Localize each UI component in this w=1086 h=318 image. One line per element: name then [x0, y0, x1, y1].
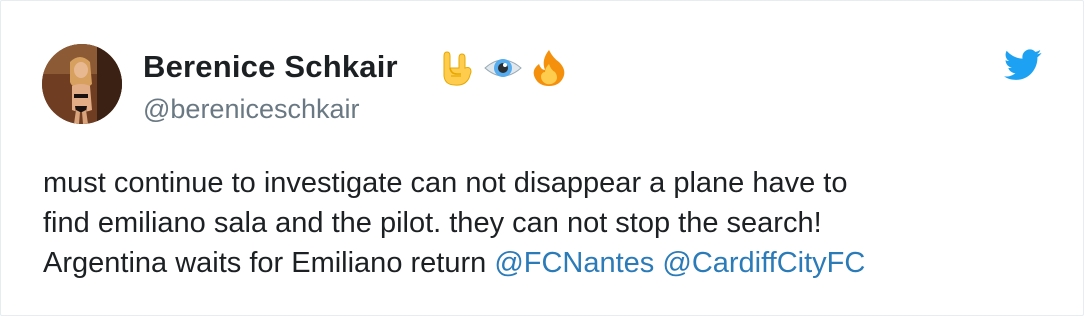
- sign-of-the-horns-icon: [437, 48, 477, 88]
- avatar[interactable]: [42, 44, 122, 124]
- tweet-text-line-2: find emiliano sala and the pilot. they c…: [43, 207, 822, 239]
- fire-icon: [529, 48, 569, 88]
- tweet-text: must continue to investigate can not dis…: [43, 163, 1053, 283]
- author-name[interactable]: Berenice Schkair: [143, 49, 398, 85]
- tweet-text-line-1: must continue to investigate can not dis…: [43, 167, 848, 199]
- tweet-text-line-3-body: Argentina waits for Emiliano return: [43, 247, 487, 279]
- author-handle[interactable]: @bereniceschkair: [143, 94, 360, 125]
- eye-icon: [483, 48, 523, 88]
- twitter-bird-icon[interactable]: [1004, 49, 1042, 81]
- tweet-text-line-3: Argentina waits for Emiliano return @FCN…: [43, 243, 1053, 283]
- mention-fcnantes[interactable]: @FCNantes: [494, 247, 654, 279]
- tweet-card: Berenice Schkair @bereniceschkair must c…: [0, 0, 1084, 316]
- mention-cardiffcityfc[interactable]: @CardiffCityFC: [662, 247, 865, 279]
- avatar-image: [42, 44, 122, 124]
- author-name-emojis: [437, 47, 569, 89]
